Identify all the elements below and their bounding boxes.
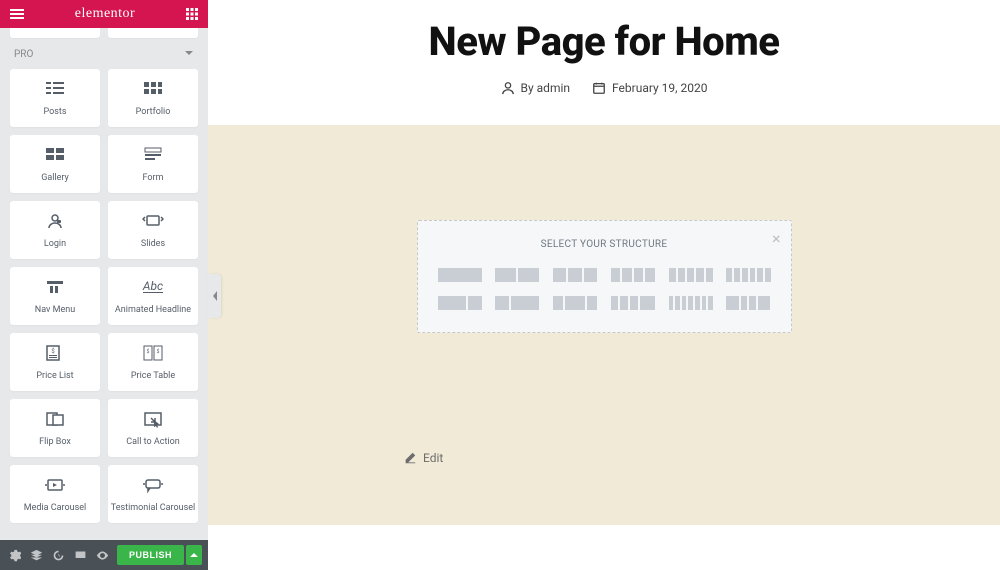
widget-slides[interactable]: Slides: [108, 201, 198, 259]
widget-label: Gallery: [41, 173, 69, 184]
structure-option[interactable]: [669, 268, 713, 282]
grid-menu-icon[interactable]: [186, 8, 198, 20]
flipbox-icon: [44, 409, 66, 429]
posts-icon: [44, 79, 66, 99]
widget-label: Media Carousel: [24, 503, 86, 514]
widget-flipbox[interactable]: Flip Box: [10, 399, 100, 457]
slides-icon: [142, 211, 164, 231]
responsive-icon[interactable]: [73, 546, 89, 564]
widget-label: Login: [44, 239, 66, 250]
structure-option[interactable]: [438, 268, 482, 282]
widget-label: Slides: [141, 239, 165, 250]
structure-option[interactable]: [438, 296, 482, 310]
widget-label: Nav Menu: [35, 305, 75, 316]
pricelist-icon: $: [44, 343, 66, 363]
widget-headline[interactable]: Abc Animated Headline: [108, 267, 198, 325]
pricetable-icon: $$: [142, 343, 164, 363]
settings-icon[interactable]: [6, 546, 22, 564]
structure-option[interactable]: [611, 296, 655, 310]
publish-button[interactable]: PUBLISH: [117, 545, 184, 565]
form-icon: [142, 145, 164, 165]
widget-label: Call to Action: [126, 437, 179, 448]
svg-text:$: $: [147, 348, 150, 355]
widget-drop-area[interactable]: × SELECT YOUR STRUCTURE Edit: [208, 125, 1000, 525]
calendar-icon: [592, 81, 606, 95]
widget-portfolio[interactable]: Portfolio: [108, 69, 198, 127]
structure-option[interactable]: [611, 268, 655, 282]
widget-label: Price Table: [131, 371, 175, 382]
testcar-icon: [142, 475, 164, 495]
close-icon[interactable]: ×: [772, 229, 781, 248]
publish-group: PUBLISH: [117, 545, 202, 565]
structure-option[interactable]: [726, 268, 770, 282]
portfolio-icon: [142, 79, 164, 99]
widget-cta[interactable]: Call to Action: [108, 399, 198, 457]
svg-text:$: $: [51, 348, 55, 355]
widget-label: Price List: [36, 371, 73, 382]
edit-section-link[interactable]: Edit: [403, 451, 443, 465]
author-meta: By admin: [501, 81, 571, 95]
widget-navmenu[interactable]: Nav Menu: [10, 267, 100, 325]
navigator-icon[interactable]: [28, 546, 44, 564]
widget-card[interactable]: [10, 28, 100, 38]
widget-posts[interactable]: Posts: [10, 69, 100, 127]
widget-card[interactable]: [108, 28, 198, 38]
sidebar-footer: PUBLISH: [0, 540, 208, 570]
structure-option[interactable]: [553, 296, 597, 310]
widget-pricetable[interactable]: $$Price Table: [108, 333, 198, 391]
widget-label: Testimonial Carousel: [111, 503, 195, 514]
sidebar: elementor PRO Posts Portfolio Gallery Form L…: [0, 0, 208, 570]
page-header: New Page for Home By admin February 19, …: [208, 0, 1000, 125]
widget-pricelist[interactable]: $ Price List: [10, 333, 100, 391]
login-icon: [44, 211, 66, 231]
date-meta: February 19, 2020: [592, 81, 707, 95]
structure-row: [438, 268, 771, 282]
editor-canvas: New Page for Home By admin February 19, …: [208, 0, 1000, 570]
widget-panel[interactable]: PRO Posts Portfolio Gallery Form Login Slides…: [0, 28, 208, 540]
preview-icon[interactable]: [95, 546, 111, 564]
category-pro-header[interactable]: PRO: [10, 38, 198, 69]
widget-grid: Posts Portfolio Gallery Form Login Slides Nav …: [10, 69, 198, 533]
structure-option[interactable]: [553, 268, 597, 282]
structure-title: SELECT YOUR STRUCTURE: [438, 239, 771, 250]
sidebar-header: elementor: [0, 0, 208, 28]
edit-icon: [403, 451, 417, 465]
structure-option[interactable]: [495, 268, 539, 282]
user-icon: [501, 81, 515, 95]
widget-form[interactable]: Form: [108, 135, 198, 193]
cta-icon: [142, 409, 164, 429]
structure-selector: × SELECT YOUR STRUCTURE: [417, 220, 792, 333]
widget-label: Portfolio: [136, 107, 171, 118]
widget-mediacar[interactable]: Media Carousel: [10, 465, 100, 523]
widget-gallery[interactable]: Gallery: [10, 135, 100, 193]
structure-row: [438, 296, 771, 310]
widget-testcar[interactable]: Testimonial Carousel: [108, 465, 198, 523]
gallery-icon: [44, 145, 66, 165]
history-icon[interactable]: [50, 546, 66, 564]
collapse-sidebar-handle[interactable]: [208, 274, 221, 318]
widget-label: Animated Headline: [115, 305, 191, 316]
mediacar-icon: [44, 475, 66, 495]
category-pro-label: PRO: [14, 49, 33, 60]
widget-label: Flip Box: [39, 437, 71, 448]
hamburger-icon[interactable]: [10, 9, 24, 19]
widget-label: Posts: [44, 107, 67, 118]
svg-text:$: $: [157, 348, 160, 355]
structure-option[interactable]: [726, 296, 770, 310]
navmenu-icon: [44, 277, 66, 297]
structure-option[interactable]: [495, 296, 539, 310]
page-title: New Page for Home: [208, 18, 1000, 65]
publish-options-button[interactable]: [186, 545, 202, 565]
page-meta: By admin February 19, 2020: [208, 81, 1000, 95]
brand-logo: elementor: [75, 6, 135, 22]
headline-icon: Abc: [143, 277, 163, 297]
chevron-down-icon[interactable]: [184, 48, 194, 61]
widget-login[interactable]: Login: [10, 201, 100, 259]
structure-option[interactable]: [669, 296, 713, 310]
widget-label: Form: [143, 173, 164, 184]
